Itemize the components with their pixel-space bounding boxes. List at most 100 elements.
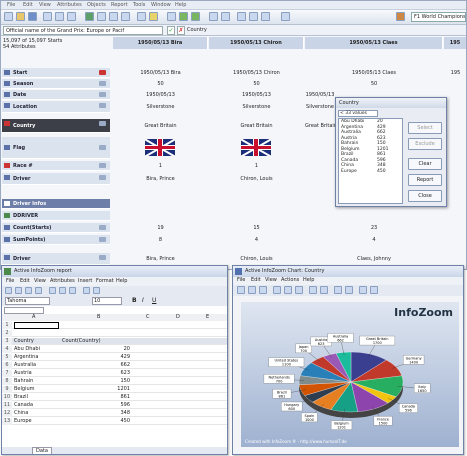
columns-icon[interactable] <box>97 12 106 21</box>
column-header[interactable]: B <box>97 314 100 320</box>
print-icon[interactable] <box>35 287 42 294</box>
cell[interactable]: 8 <box>113 237 208 243</box>
attribute-row-sum-points[interactable]: SumPoints) <box>2 235 110 245</box>
copy-icon[interactable] <box>59 287 66 294</box>
select-button[interactable]: Select <box>408 122 442 134</box>
rows-icon[interactable] <box>109 12 118 21</box>
cell[interactable]: 50 <box>113 81 208 87</box>
country-list[interactable]: Abu Dhabi 20 Argentina 429 Australia 662 Au… <box>338 118 403 204</box>
database-selector[interactable]: F1 World Champions <box>411 12 466 22</box>
database-icon[interactable] <box>396 12 405 21</box>
cut-icon[interactable] <box>43 12 52 21</box>
menu-view[interactable]: View <box>265 277 277 283</box>
attribute-row-flag[interactable]: Flag <box>2 137 110 159</box>
cell[interactable]: 1 <box>209 163 304 169</box>
3d-icon[interactable] <box>320 286 328 294</box>
column-header[interactable]: 195 <box>444 37 466 49</box>
new-icon[interactable] <box>4 12 13 21</box>
filter-icon[interactable] <box>209 12 218 21</box>
cell[interactable]: Great Britain <box>305 123 335 129</box>
cell[interactable]: 19 <box>113 225 208 231</box>
menu-format[interactable]: Format <box>96 278 114 284</box>
cell[interactable]: Great Britain <box>113 123 208 129</box>
spreadsheet-grid[interactable]: 1 2 3 Country Count(Country) 4 Abu Dhabi 20 … <box>2 322 227 454</box>
attribute-row-country[interactable]: Country <box>2 119 110 133</box>
attribute-row-driver-2[interactable]: Driver <box>2 253 110 265</box>
cell[interactable]: 23 <box>305 225 443 231</box>
cell[interactable]: Bira, Prince <box>113 256 208 262</box>
bar-chart-icon[interactable] <box>273 286 281 294</box>
column-header[interactable]: 1950/05/13 Bira <box>113 37 208 49</box>
cell[interactable]: 4 <box>305 237 443 243</box>
list-item[interactable]: Europe 450 <box>339 169 402 175</box>
menu-actions[interactable]: Actions <box>281 277 299 283</box>
attribute-row-location[interactable]: Location <box>2 101 110 113</box>
bold-icon[interactable]: B <box>132 297 137 304</box>
zoom-in-icon[interactable] <box>237 12 246 21</box>
attribute-row-start[interactable]: Start <box>2 68 110 78</box>
menu-report[interactable]: Report <box>111 2 128 8</box>
menu-file[interactable]: File <box>237 277 245 283</box>
attribute-row-race[interactable]: Race # <box>2 161 110 171</box>
sheet-tab-data[interactable]: Data <box>32 447 52 454</box>
forward-icon[interactable] <box>191 12 200 21</box>
report-icon[interactable] <box>137 12 146 21</box>
cell[interactable]: Bira, Prince <box>113 176 208 182</box>
sort-icon[interactable] <box>221 12 230 21</box>
cell[interactable]: 1950/05/13 <box>305 92 335 98</box>
cell[interactable]: 1950/05/13 Chiron <box>209 70 304 76</box>
pie-chart-icon[interactable] <box>295 286 303 294</box>
menu-window[interactable]: Window <box>151 2 171 8</box>
zoom-in-icon[interactable] <box>359 286 367 294</box>
cell[interactable]: 1950/05/13 Claes <box>305 70 443 76</box>
cell[interactable]: Silverstone <box>305 104 335 110</box>
italic-icon[interactable]: I <box>142 297 144 304</box>
legend-icon[interactable] <box>334 286 342 294</box>
menu-help[interactable]: Help <box>175 2 186 8</box>
menu-tools[interactable]: Tools <box>133 2 145 8</box>
cell[interactable]: Claes, Johnny <box>305 256 443 262</box>
open-icon[interactable] <box>16 12 25 21</box>
cell[interactable]: Chiron, Louis <box>209 176 304 182</box>
report-button[interactable]: Report <box>408 174 442 186</box>
menu-attributes[interactable]: Attributes <box>57 2 82 8</box>
font-select[interactable]: Tahoma <box>5 297 50 305</box>
attribute-row-driver[interactable]: Driver <box>2 173 110 185</box>
paste-icon[interactable] <box>69 287 76 294</box>
cell[interactable]: 4 <box>209 237 304 243</box>
menu-file[interactable]: File <box>6 278 14 284</box>
zoom-icon[interactable] <box>167 12 176 21</box>
save-icon[interactable] <box>237 286 245 294</box>
copy-icon[interactable] <box>259 286 267 294</box>
undo-icon[interactable] <box>83 287 90 294</box>
menu-help[interactable]: Help <box>303 277 314 283</box>
menu-attributes[interactable]: Attributes <box>50 278 75 284</box>
layout-icon[interactable] <box>121 12 130 21</box>
cell[interactable]: 195 <box>444 70 466 76</box>
menu-objects[interactable]: Objects <box>87 2 106 8</box>
attribute-row-date[interactable]: Date <box>2 90 110 100</box>
column-header[interactable]: C <box>146 314 150 320</box>
cancel-button[interactable]: ✗ <box>177 26 185 35</box>
menu-view[interactable]: View <box>39 2 51 8</box>
paste-icon[interactable] <box>67 12 76 21</box>
cell[interactable]: 1950/05/13 Bira <box>113 70 208 76</box>
menu-edit[interactable]: Edit <box>251 277 261 283</box>
new-icon[interactable] <box>5 287 12 294</box>
menu-edit[interactable]: Edit <box>23 2 33 8</box>
print-icon[interactable] <box>248 286 256 294</box>
menu-insert[interactable]: Insert <box>78 278 92 284</box>
clear-button[interactable]: Clear <box>408 158 442 170</box>
save-icon[interactable] <box>25 287 32 294</box>
cell[interactable]: 50 <box>209 81 304 87</box>
copy-icon[interactable] <box>55 12 64 21</box>
underline-icon[interactable]: U <box>152 297 156 304</box>
column-header[interactable]: D <box>176 314 180 320</box>
grid-icon[interactable] <box>345 286 353 294</box>
attribute-group-driver-infos[interactable]: Driver Infos <box>2 199 110 209</box>
cell[interactable]: 15 <box>209 225 304 231</box>
close-button[interactable]: Close <box>408 190 442 202</box>
cell[interactable]: Silverstone <box>113 104 208 110</box>
open-icon[interactable] <box>15 287 22 294</box>
column-header[interactable]: E <box>206 314 209 320</box>
